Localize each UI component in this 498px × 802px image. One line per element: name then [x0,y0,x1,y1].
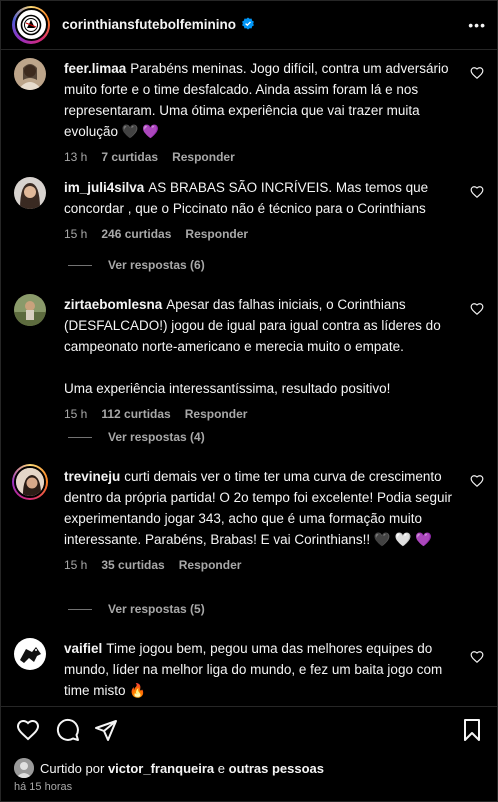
view-replies-label[interactable]: Ver respostas (5) [108,602,205,616]
view-replies-label[interactable]: Ver respostas (6) [108,258,205,272]
comment-username[interactable]: im_juli4silva [64,180,144,195]
comment-content: curti demais ver o time ter uma curva de… [64,469,452,547]
comment-meta: 15 h 246 curtidas Responder [64,227,456,241]
post-author[interactable]: corinthiansfutebolfeminino [62,17,255,32]
reply-button[interactable]: Responder [185,227,248,241]
comment-meta: 15 h 112 curtidas Responder [64,407,456,421]
liked-by: Curtido por victor_franqueira e outras p… [14,758,324,778]
comment-likes[interactable]: 246 curtidas [101,227,171,241]
comment-likes[interactable]: 7 curtidas [101,150,158,164]
comment-body: im_juli4silva AS BRABAS SÃO INCRÍVEIS. Ma… [64,177,456,241]
commenter-avatar[interactable] [14,58,46,90]
comment-content: Time jogou bem, pegou uma das melhores e… [64,641,443,698]
comment-likes[interactable]: 112 curtidas [101,407,170,421]
club-crest-icon [14,8,48,41]
comment-heart-icon[interactable] [470,474,484,488]
comment-text: trevineju curti demais ver o time ter uma… [64,466,456,550]
commenter-avatar[interactable] [14,638,46,670]
reply-button[interactable]: Responder [179,558,242,572]
replies-divider [68,264,92,266]
comment-content-paragraph: Uma experiência interessantíssima, resul… [64,381,391,396]
comment-time[interactable]: 15 h [64,407,87,421]
liked-by-prefix: Curtido por [40,760,105,776]
liked-by-user[interactable]: victor_franqueira [108,761,214,776]
comment-likes[interactable]: 35 curtidas [101,558,164,572]
commenter-avatar[interactable] [14,466,46,498]
post-author-name[interactable]: corinthiansfutebolfeminino [62,17,236,32]
reply-button[interactable]: Responder [172,150,235,164]
heart-icon[interactable] [16,718,40,742]
comment-text: im_juli4silva AS BRABAS SÃO INCRÍVEIS. Ma… [64,177,456,219]
comment-username[interactable]: zirtaebomlesna [64,297,162,312]
comment-username[interactable]: feer.limaa [64,61,126,76]
post-header: corinthiansfutebolfeminino ••• [0,0,498,50]
comment-body: vaifiel Time jogou bem, pegou uma das mel… [64,638,456,701]
comment-heart-icon[interactable] [470,650,484,664]
comment-time[interactable]: 15 h [64,558,87,572]
comment-username[interactable]: vaifiel [64,641,102,656]
comment-text: feer.limaa Parabéns meninas. Jogo difícil… [64,58,456,142]
comment-icon[interactable] [56,718,80,742]
post-action-bar [0,706,498,750]
comment-meta: 15 h 35 curtidas Responder [64,558,456,572]
comment-time[interactable]: 13 h [64,150,87,164]
replies-divider [68,436,92,438]
profile-avatar[interactable] [12,5,50,44]
liker-avatar[interactable] [14,758,34,778]
comment-body: feer.limaa Parabéns meninas. Jogo difícil… [64,58,456,164]
liked-by-conjunction: e [217,760,225,776]
bookmark-icon[interactable] [460,718,484,742]
comment-heart-icon[interactable] [470,185,484,199]
commenter-avatar[interactable] [14,294,46,326]
view-replies-button[interactable]: Ver respostas (5) [68,602,205,616]
comment-meta: 13 h 7 curtidas Responder [64,150,456,164]
liked-by-others[interactable]: outras pessoas [229,761,324,776]
view-replies-button[interactable]: Ver respostas (4) [68,430,205,444]
more-dots-icon[interactable]: ••• [468,17,486,33]
comment-body: trevineju curti demais ver o time ter uma… [64,466,456,572]
comment-body: zirtaebomlesna Apesar das falhas iniciais… [64,294,456,421]
view-replies-label[interactable]: Ver respostas (4) [108,430,205,444]
verified-badge-icon [242,17,254,30]
replies-divider [68,608,92,610]
post-timestamp[interactable]: há 15 horas [14,781,72,793]
comment-time[interactable]: 15 h [64,227,87,241]
comment-heart-icon[interactable] [470,302,484,316]
reply-button[interactable]: Responder [185,407,248,421]
comment-username[interactable]: trevineju [64,469,120,484]
send-icon[interactable] [94,718,118,742]
comment-text: vaifiel Time jogou bem, pegou uma das mel… [64,638,456,701]
comment-text: zirtaebomlesna Apesar das falhas iniciais… [64,294,456,357]
commenter-avatar[interactable] [14,177,46,209]
comment-heart-icon[interactable] [470,66,484,80]
view-replies-button[interactable]: Ver respostas (6) [68,258,205,272]
